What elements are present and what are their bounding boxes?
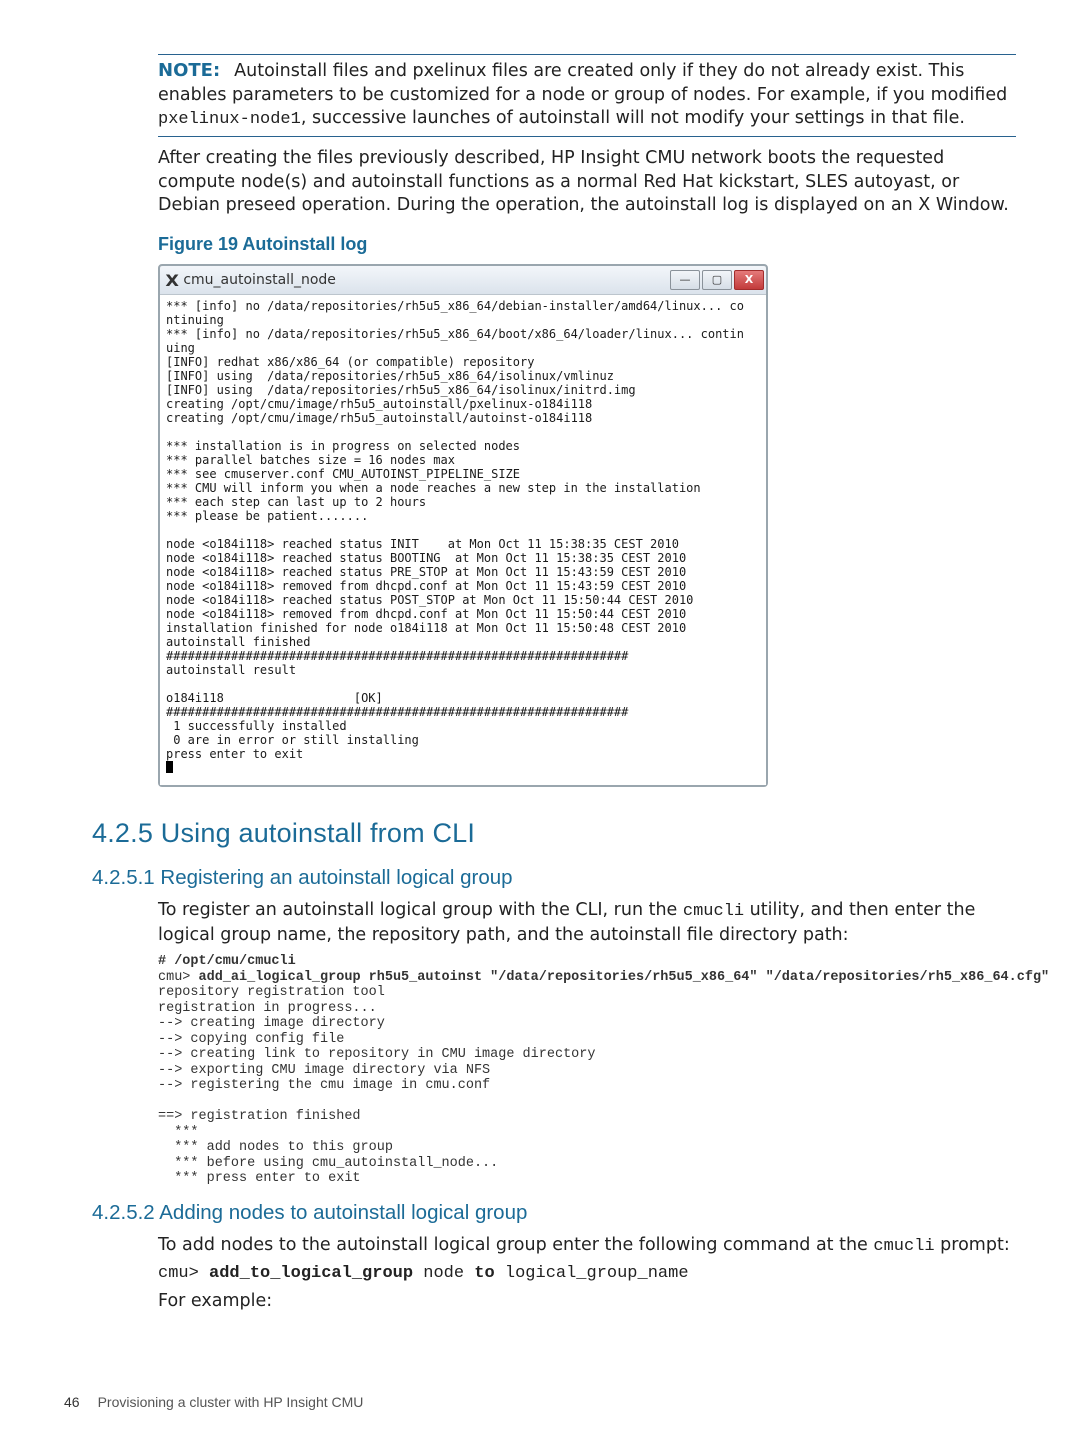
rule-bottom	[158, 136, 1016, 137]
cmd-p1: cmu>	[158, 1264, 209, 1283]
cli-body: repository registration tool registratio…	[158, 985, 595, 1186]
terminal-cursor	[166, 761, 173, 773]
add-intro-code: cmucli	[873, 1237, 934, 1256]
cli-line2-prompt: cmu>	[158, 970, 199, 985]
note-block: NOTE:Autoinstall files and pxelinux file…	[158, 59, 1016, 132]
terminal-title: cmu_autoinstall_node	[183, 271, 336, 290]
reg-intro-code: cmucli	[683, 902, 744, 921]
note-label: NOTE:	[158, 60, 220, 81]
reg-cli: # /opt/cmu/cmucli cmu> add_ai_logical_gr…	[158, 954, 1016, 1187]
add-intro-b: prompt:	[935, 1235, 1010, 1255]
note-code: pxelinux-node1	[158, 110, 301, 129]
terminal-body: *** [info] no /data/repositories/rh5u5_x…	[160, 295, 766, 785]
reg-intro-a: To register an autoinstall logical group…	[158, 900, 683, 920]
cmd-p3: logical_group_name	[495, 1264, 689, 1283]
section-4-2-5: 4.2.5 Using autoinstall from CLI	[92, 815, 1016, 851]
close-button[interactable]: X	[734, 270, 764, 290]
page-footer: 46 Provisioning a cluster with HP Insigh…	[64, 1393, 363, 1412]
add-command-line: cmu> add_to_logical_group node to logica…	[158, 1263, 1016, 1286]
post-note-paragraph: After creating the files previously desc…	[158, 147, 1016, 218]
note-text-after: , successive launches of autoinstall wil…	[301, 108, 965, 128]
terminal-window: X cmu_autoinstall_node — ▢ X *** [info] …	[158, 264, 768, 787]
rule-top	[158, 54, 1016, 55]
cli-line2-cmd: add_ai_logical_group rh5u5_autoinst "/da…	[199, 970, 1050, 985]
add-intro-a: To add nodes to the autoinstall logical …	[158, 1235, 873, 1255]
cmd-b2: to	[474, 1264, 494, 1283]
page-number: 46	[64, 1393, 80, 1412]
cli-line1: # /opt/cmu/cmucli	[158, 954, 296, 969]
footer-title: Provisioning a cluster with HP Insight C…	[98, 1393, 364, 1412]
reg-intro: To register an autoinstall logical group…	[158, 899, 1016, 948]
terminal-text: *** [info] no /data/repositories/rh5u5_x…	[166, 299, 744, 761]
terminal-titlebar[interactable]: X cmu_autoinstall_node — ▢ X	[160, 266, 766, 295]
cmd-b1: add_to_logical_group	[209, 1264, 413, 1283]
maximize-button[interactable]: ▢	[702, 270, 732, 290]
add-intro: To add nodes to the autoinstall logical …	[158, 1234, 1016, 1259]
section-4-2-5-1: 4.2.5.1 Registering an autoinstall logic…	[92, 864, 1016, 892]
note-text-before: Autoinstall files and pxelinux files are…	[158, 61, 1007, 105]
for-example: For example:	[158, 1290, 1016, 1314]
section-4-2-5-2: 4.2.5.2 Adding nodes to autoinstall logi…	[92, 1199, 1016, 1227]
figure-caption: Figure 19 Autoinstall log	[158, 232, 1016, 256]
x11-icon: X	[165, 270, 179, 292]
minimize-button[interactable]: —	[670, 270, 700, 290]
cmd-p2: node	[413, 1264, 474, 1283]
